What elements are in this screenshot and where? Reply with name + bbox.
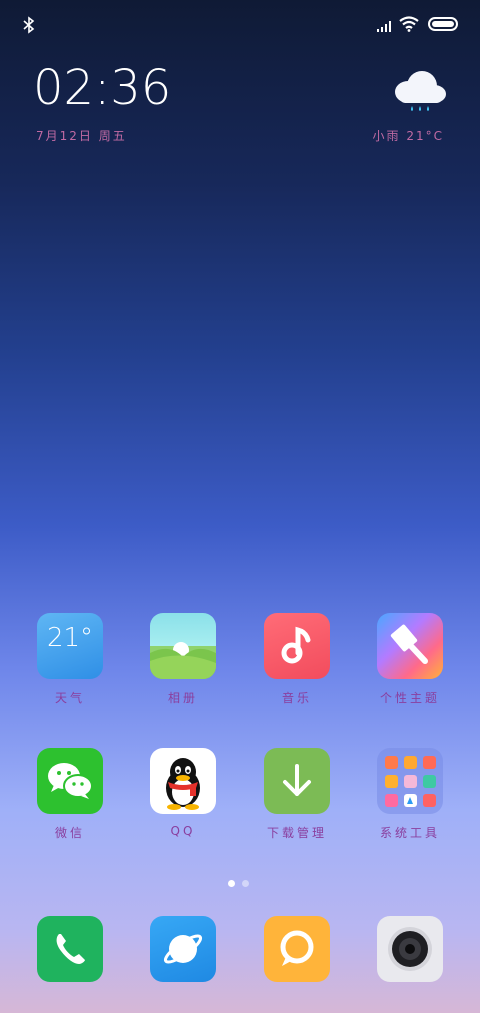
app-label: 相册 bbox=[167, 691, 198, 705]
app-music[interactable]: 音乐 bbox=[242, 613, 352, 706]
clock-time[interactable]: 02:36 bbox=[33, 60, 171, 116]
messages-icon bbox=[264, 916, 330, 982]
page-dot-active[interactable] bbox=[228, 880, 235, 887]
weather-icon: 21° bbox=[37, 613, 103, 679]
dock-browser[interactable] bbox=[150, 916, 216, 982]
wechat-icon bbox=[37, 748, 103, 814]
phone-icon bbox=[37, 916, 103, 982]
bluetooth-icon bbox=[22, 16, 36, 38]
app-label: 下载管理 bbox=[266, 826, 327, 840]
status-bar bbox=[0, 0, 480, 50]
gallery-icon bbox=[150, 613, 216, 679]
camera-icon bbox=[377, 916, 443, 982]
qq-icon bbox=[150, 748, 216, 814]
page-dot[interactable] bbox=[242, 880, 249, 887]
app-themes[interactable]: 个性主题 bbox=[355, 613, 465, 706]
app-gallery[interactable]: 相册 bbox=[128, 613, 238, 706]
app-label: 微信 bbox=[54, 826, 85, 840]
themes-icon bbox=[377, 613, 443, 679]
folder-system-tools[interactable]: 系统工具 bbox=[355, 748, 465, 841]
app-label: 天气 bbox=[54, 691, 85, 705]
app-label: 个性主题 bbox=[379, 691, 440, 705]
dock-phone[interactable] bbox=[37, 916, 103, 982]
date-text: 7月12日 周五 bbox=[36, 129, 127, 143]
app-label: QQ bbox=[170, 824, 196, 838]
music-icon bbox=[264, 613, 330, 679]
folder-icon bbox=[377, 748, 443, 814]
app-download-manager[interactable]: 下载管理 bbox=[242, 748, 352, 841]
wifi-icon bbox=[399, 16, 419, 36]
app-qq[interactable]: QQ bbox=[128, 748, 238, 838]
rain-cloud-icon[interactable] bbox=[390, 68, 450, 116]
weather-text: 小雨 21°C bbox=[372, 129, 444, 143]
app-label: 音乐 bbox=[281, 691, 312, 705]
app-wechat[interactable]: 微信 bbox=[15, 748, 125, 841]
battery-icon bbox=[428, 17, 458, 31]
browser-icon bbox=[150, 916, 216, 982]
app-label: 系统工具 bbox=[379, 826, 440, 840]
page-indicator[interactable] bbox=[228, 872, 256, 891]
signal-icon bbox=[376, 18, 394, 37]
download-icon bbox=[264, 748, 330, 814]
app-weather[interactable]: 21° 天气 bbox=[15, 613, 125, 706]
dock-messages[interactable] bbox=[264, 916, 330, 982]
dock-camera[interactable] bbox=[377, 916, 443, 982]
weather-temp: 21° bbox=[46, 623, 94, 653]
